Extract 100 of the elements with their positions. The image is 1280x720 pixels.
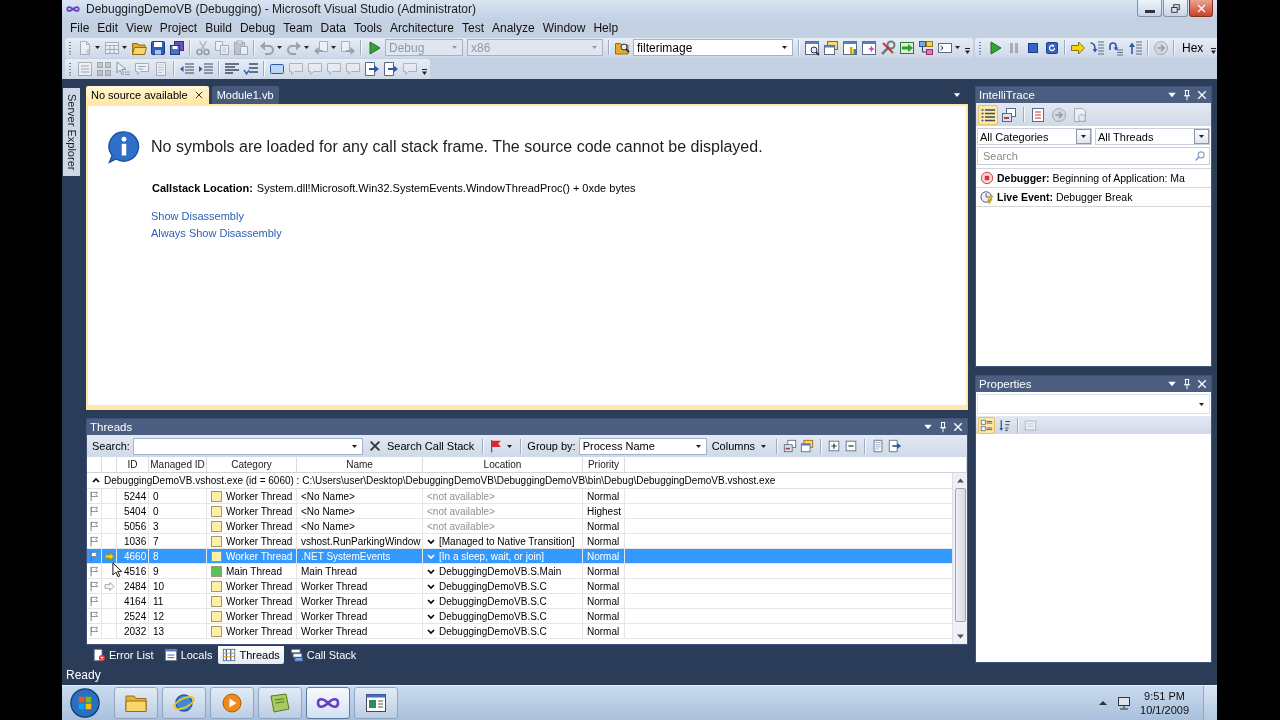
- flag-outline-icon[interactable]: [89, 520, 100, 532]
- menu-item[interactable]: Window: [538, 20, 590, 35]
- document-tab[interactable]: Module1.vb: [211, 86, 279, 104]
- search-field[interactable]: Search: [977, 147, 1210, 165]
- column-header[interactable]: Priority: [583, 457, 625, 472]
- close-icon[interactable]: [1196, 89, 1208, 101]
- step-out-icon[interactable]: [1126, 39, 1143, 56]
- arrow-right-icon[interactable]: [1069, 39, 1086, 56]
- start-orb-icon[interactable]: [70, 688, 100, 718]
- combo-box[interactable]: filterimage: [633, 39, 793, 56]
- table-row[interactable]: 5244 0 Worker Thread <No Name> <not available> Normal: [87, 489, 952, 504]
- clock-time[interactable]: 9:51 PM: [1144, 689, 1185, 703]
- column-header[interactable]: Location: [423, 457, 583, 472]
- restart-icon[interactable]: [1043, 39, 1060, 56]
- minus-box-icon[interactable]: [844, 439, 859, 453]
- taskbar-button[interactable]: [162, 687, 206, 719]
- scroll-down-icon[interactable]: [955, 632, 965, 641]
- scroll-up-icon[interactable]: [955, 476, 965, 485]
- table-row[interactable]: 2032 13 Worker Thread Worker Thread DebuggingDemoVB.S.C Normal: [87, 624, 952, 639]
- columns-button[interactable]: Columns: [709, 437, 771, 455]
- list-icon[interactable]: [978, 104, 998, 125]
- wrench-icon[interactable]: [879, 39, 896, 56]
- menu-item[interactable]: Architecture: [385, 20, 458, 35]
- menu-item[interactable]: Data: [316, 20, 350, 35]
- close-icon[interactable]: [1196, 378, 1208, 390]
- flag-outline-icon[interactable]: [89, 505, 100, 517]
- flag-outline-icon[interactable]: [89, 625, 100, 637]
- close-button[interactable]: [1189, 0, 1213, 17]
- text-link[interactable]: Show Disassembly: [151, 210, 244, 222]
- drag-handle-icon[interactable]: [68, 40, 72, 55]
- flag-outline-icon[interactable]: [89, 610, 100, 622]
- caret-icon[interactable]: [351, 444, 357, 448]
- scrollbar-thumb[interactable]: [954, 488, 966, 622]
- plus-box-icon[interactable]: [827, 439, 842, 453]
- table-row[interactable]: 2484 10 Worker Thread Worker Thread DebuggingDemoVB.S.C Normal: [87, 579, 952, 594]
- search-icon[interactable]: [1194, 150, 1206, 162]
- menu-item[interactable]: View: [122, 20, 156, 35]
- drag-handle-icon[interactable]: [68, 61, 72, 76]
- tab[interactable]: Error List: [88, 646, 158, 664]
- caret-icon[interactable]: [122, 46, 127, 49]
- flag-outline-icon[interactable]: [89, 490, 100, 502]
- window-search-icon[interactable]: [803, 39, 820, 56]
- menu-item[interactable]: File: [66, 20, 94, 35]
- caret-icon[interactable]: [304, 46, 309, 49]
- tab[interactable]: Locals: [159, 646, 217, 664]
- window-stack-icon[interactable]: [800, 439, 815, 453]
- menu-item[interactable]: Project: [155, 20, 202, 35]
- menu-item[interactable]: Edit: [93, 20, 123, 35]
- combo-box[interactable]: Process Name: [578, 437, 707, 455]
- text-lines-icon[interactable]: [223, 60, 240, 77]
- caret-icon[interactable]: [277, 46, 282, 49]
- page-arrow-icon[interactable]: [382, 60, 399, 77]
- step-into-icon[interactable]: [1088, 39, 1105, 56]
- taskbar-button[interactable]: [306, 687, 350, 719]
- windows-icon[interactable]: [783, 439, 798, 453]
- table-row[interactable]: 4164 11 Worker Thread Worker Thread DebuggingDemoVB.S.C Normal: [87, 594, 952, 609]
- document-tab[interactable]: No source available: [86, 86, 209, 104]
- minimize-button[interactable]: [1137, 0, 1162, 17]
- boxes-icon[interactable]: [917, 39, 934, 56]
- table-row[interactable]: 5056 3 Worker Thread <No Name> <not available> Normal: [87, 519, 952, 534]
- menu-item[interactable]: Debug: [235, 20, 280, 35]
- dropdown-button[interactable]: [1076, 129, 1091, 144]
- menu-item[interactable]: Analyze: [488, 20, 539, 35]
- table-row[interactable]: 2524 12 Worker Thread Worker Thread DebuggingDemoVB.S.C Normal: [87, 609, 952, 624]
- flag-outline-icon[interactable]: [89, 595, 100, 607]
- close-icon[interactable]: [193, 90, 204, 100]
- caret-icon[interactable]: [331, 46, 336, 49]
- drag-handle-icon[interactable]: [978, 40, 982, 55]
- save-icon[interactable]: [149, 39, 166, 56]
- caret-icon[interactable]: [955, 46, 960, 49]
- flag-outline-icon[interactable]: [89, 535, 100, 547]
- close-icon[interactable]: [952, 421, 964, 433]
- dropdown-button[interactable]: [1194, 129, 1209, 144]
- taskbar-button[interactable]: [354, 687, 398, 719]
- menu-item[interactable]: Build: [201, 20, 236, 35]
- tab[interactable]: Threads: [218, 646, 284, 664]
- lines-arrow-icon[interactable]: [242, 60, 259, 77]
- taskbar-button[interactable]: [114, 687, 158, 719]
- caret-icon[interactable]: [695, 444, 701, 448]
- pin-icon[interactable]: [937, 421, 949, 433]
- column-header[interactable]: Name: [297, 457, 423, 472]
- categories-icon[interactable]: [978, 416, 995, 434]
- caret-icon[interactable]: [1198, 135, 1204, 138]
- indent-icon[interactable]: [197, 60, 214, 77]
- list-item[interactable]: Live Event: Debugger Break: [976, 188, 1211, 207]
- scrollbar[interactable]: [952, 473, 967, 644]
- flag-outline-icon[interactable]: [89, 580, 100, 592]
- caret-icon[interactable]: [1080, 135, 1086, 138]
- flag-outline-icon[interactable]: [89, 550, 100, 562]
- window-chart-icon[interactable]: [841, 39, 858, 56]
- chevron-up-icon[interactable]: [92, 477, 100, 484]
- combo-box[interactable]: All Threads: [1095, 128, 1210, 145]
- list-item[interactable]: Debugger: Beginning of Application: Ma: [976, 169, 1211, 188]
- pin-icon[interactable]: [1181, 89, 1193, 101]
- up-arrow-icon[interactable]: [1098, 698, 1109, 708]
- menu-item[interactable]: Test: [458, 20, 488, 35]
- page-arrow-icon[interactable]: [363, 60, 380, 77]
- page-arrow-icon[interactable]: [888, 439, 903, 453]
- column-header[interactable]: ID: [117, 457, 149, 472]
- window-stack-icon[interactable]: [822, 39, 839, 56]
